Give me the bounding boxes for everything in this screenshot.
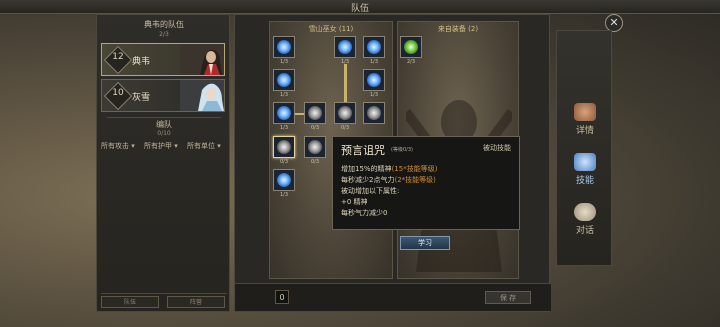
ice-spikes-icon[interactable] bbox=[273, 169, 295, 191]
skill-type: 被动技能 bbox=[483, 144, 511, 152]
avatar bbox=[180, 44, 224, 75]
grey-orb-icon[interactable] bbox=[304, 136, 326, 158]
tooltip-line-text: 增加15%的精神 bbox=[341, 165, 392, 173]
member-name: 灰雪 bbox=[132, 93, 151, 103]
tooltip-line: 被动增加以下属性: bbox=[341, 187, 400, 195]
member-level: 12 bbox=[112, 52, 124, 62]
skill-rank: 0/3 bbox=[310, 159, 320, 165]
skill-level: (等级0/3) bbox=[391, 147, 413, 153]
skill-name: 预言诅咒 bbox=[341, 144, 385, 157]
filter-unit-dropdown[interactable]: 所有单位 ▾ bbox=[187, 141, 221, 151]
light-burst-icon[interactable] bbox=[304, 102, 326, 124]
details-tab[interactable]: 详情 bbox=[557, 97, 613, 145]
ice-crystal-icon[interactable] bbox=[273, 36, 295, 58]
filter-label: 所有攻击 bbox=[101, 142, 129, 150]
skill-rank: 0/3 bbox=[310, 125, 320, 131]
speech-bubble-icon bbox=[574, 203, 596, 221]
filter-armor-dropdown[interactable]: 所有护甲 ▾ bbox=[144, 141, 178, 151]
spiral-icon[interactable] bbox=[363, 102, 385, 124]
skill-rank: 1/3 bbox=[279, 125, 289, 131]
frost-burst-icon[interactable] bbox=[363, 69, 385, 91]
party-panel: 典韦的队伍 2/3 12 典韦 10 灰雪 编队 0/10 所有攻击 ▾ 所有护… bbox=[96, 14, 230, 312]
save-button[interactable]: 保 存 bbox=[485, 291, 531, 304]
tooltip-line: 增加15%的精神(15*技能等级) bbox=[341, 164, 437, 174]
skill-rank: 1/3 bbox=[340, 59, 350, 65]
formation-title: 编队 bbox=[156, 120, 172, 129]
tab-label: 技能 bbox=[575, 176, 594, 186]
skill-rank: 1/3 bbox=[369, 59, 379, 65]
skill-tree-title: 雪山巫女 (11) bbox=[308, 25, 354, 33]
prophecy-curse-icon[interactable] bbox=[273, 136, 295, 158]
frost-orb-icon[interactable] bbox=[334, 36, 356, 58]
party-member-huixue[interactable]: 10 灰雪 bbox=[101, 79, 225, 112]
learn-button[interactable]: 学习 bbox=[400, 236, 450, 250]
skill-rank: 1/3 bbox=[279, 92, 289, 98]
skill-rank: 2/3 bbox=[406, 59, 416, 65]
camp-button[interactable]: 阵营 bbox=[167, 296, 225, 308]
skill-rank: 1/3 bbox=[279, 192, 289, 198]
fist-icon bbox=[574, 103, 596, 121]
divider bbox=[107, 117, 221, 118]
skill-connector bbox=[294, 113, 304, 115]
tooltip-line: 每秒减少2点气力(2*技能等级) bbox=[341, 175, 436, 185]
skill-rank: 0/3 bbox=[340, 125, 350, 131]
tooltip-line-note: (15*技能等级) bbox=[391, 165, 438, 173]
tooltip-line: 每秒气力减少0 bbox=[341, 209, 388, 217]
snow-shard-icon[interactable] bbox=[363, 36, 385, 58]
skill-points: 0 bbox=[275, 290, 289, 304]
tooltip-line: +0 精神 bbox=[341, 198, 368, 206]
whirl-icon[interactable] bbox=[273, 69, 295, 91]
tooltip-line-note: (2*技能等级) bbox=[394, 176, 436, 184]
equipment-skills-title: 来自装备 (2) bbox=[437, 25, 479, 33]
tab-label: 详情 bbox=[575, 126, 594, 136]
snowflake-icon[interactable] bbox=[273, 102, 295, 124]
skills-tab[interactable]: 技能 bbox=[557, 147, 613, 195]
side-menu: 详情 技能 对话 bbox=[556, 30, 612, 266]
filter-attack-dropdown[interactable]: 所有攻击 ▾ bbox=[101, 141, 135, 151]
member-level: 10 bbox=[112, 88, 124, 98]
skill-rank: 1/3 bbox=[369, 92, 379, 98]
skill-book-icon bbox=[574, 153, 596, 171]
green-aura-icon[interactable] bbox=[400, 36, 422, 58]
tooltip-line-text: 每秒减少2点气力 bbox=[341, 176, 395, 184]
formation-count: 0/10 bbox=[157, 130, 171, 137]
party-member-dianwei[interactable]: 12 典韦 bbox=[101, 43, 225, 76]
team-button[interactable]: 队伍 bbox=[101, 296, 159, 308]
party-title: 典韦的队伍 bbox=[144, 20, 184, 29]
skill-rank: 1/3 bbox=[279, 59, 289, 65]
skill-connector bbox=[344, 64, 347, 104]
filter-label: 所有护甲 bbox=[144, 142, 172, 150]
skill-tooltip: 预言诅咒 (等级0/3) 被动技能 增加15%的精神(15*技能等级) 每秒减少… bbox=[332, 136, 520, 230]
filter-label: 所有单位 bbox=[187, 142, 215, 150]
tab-label: 对话 bbox=[575, 226, 594, 236]
party-count: 2/3 bbox=[159, 31, 169, 38]
member-name: 典韦 bbox=[132, 57, 151, 67]
window-title: 队伍 bbox=[350, 4, 369, 14]
skills-bottom-bar: 0 保 存 bbox=[235, 283, 551, 311]
skill-rank: 0/3 bbox=[279, 159, 289, 165]
avatar bbox=[180, 80, 224, 111]
party-bottom-bar: 队伍 阵营 bbox=[101, 293, 227, 309]
vortex-icon[interactable] bbox=[334, 102, 356, 124]
dialogue-tab[interactable]: 对话 bbox=[557, 197, 613, 245]
